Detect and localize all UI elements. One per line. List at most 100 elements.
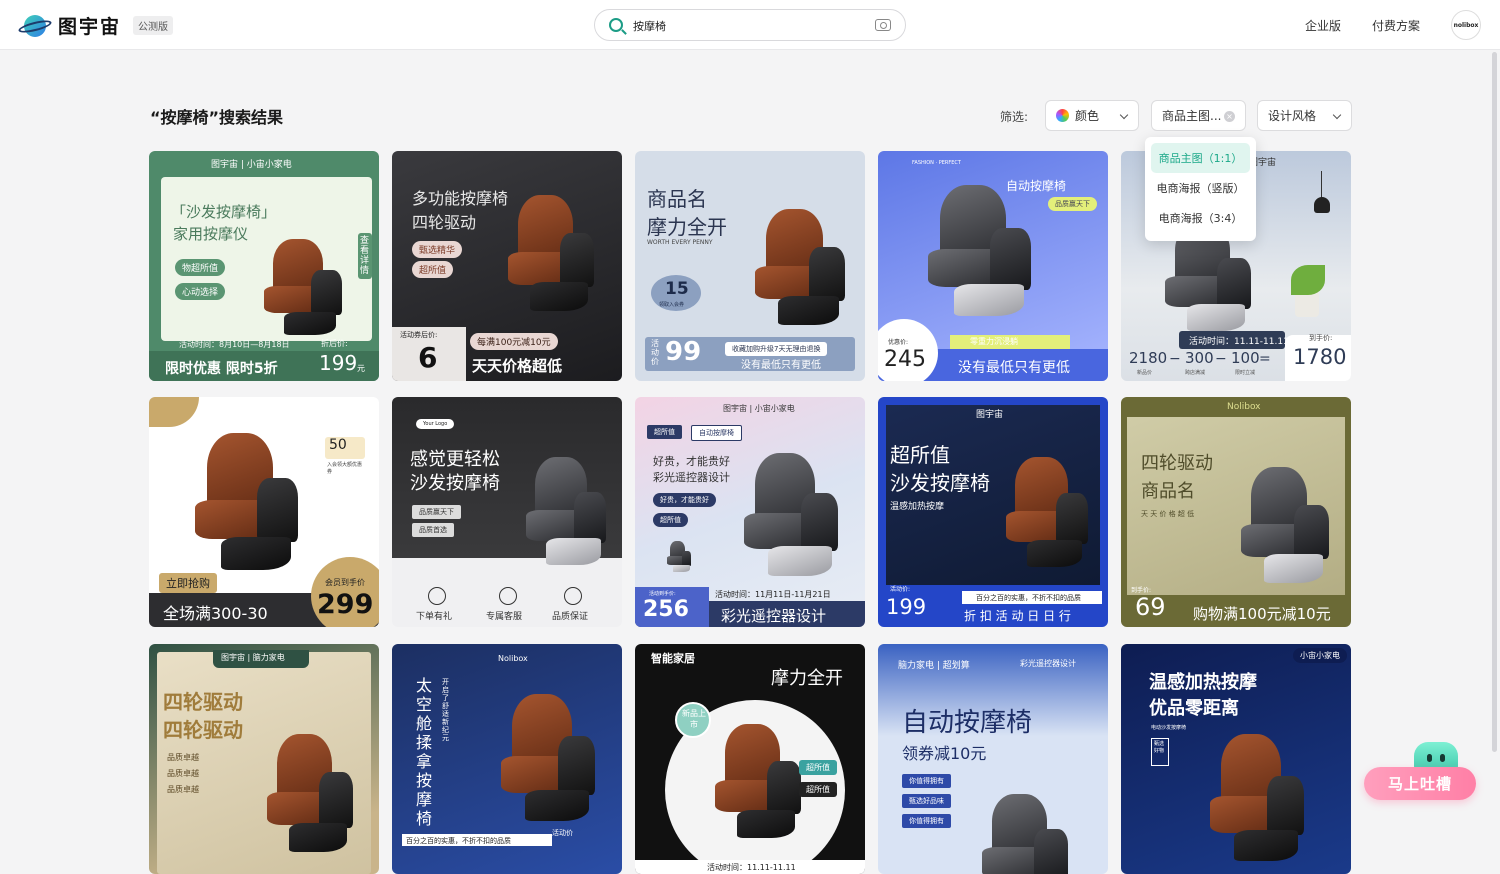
card-price-label: 到手价 [667, 861, 691, 870]
chair-image [1201, 734, 1311, 864]
card-brand: 图宇宙 [976, 410, 1004, 420]
pricing-link[interactable]: 付费方案 [1372, 17, 1420, 34]
template-card[interactable]: 商品名 摩力全开 WORTH EVERY PENNY 15 领取入会券 活动价 … [635, 151, 865, 381]
type-filter[interactable]: 商品主图... × [1151, 100, 1246, 131]
card-promo: 彩光遥控器设计 [721, 607, 827, 625]
card-price: 1780 [1293, 345, 1347, 369]
dropdown-option[interactable]: 电商海报（竖版） [1151, 173, 1250, 203]
card-tag: 自动按摩椅 [691, 425, 742, 441]
chair-image [998, 457, 1094, 569]
card-title: 四轮驱动 [163, 690, 243, 714]
template-card[interactable]: 多功能按摩椅 四轮驱动 甄选精华 超所值 活动券后价: 6 每满100元减10元… [392, 151, 622, 381]
dropdown-option[interactable]: 电商海报（3:4） [1151, 203, 1250, 233]
card-top: FASHION · PERFECT [912, 160, 961, 166]
card-coupon-sub: 入会领大额优惠券 [327, 462, 363, 475]
search-input[interactable] [633, 16, 853, 36]
color-filter-label: 颜色 [1075, 109, 1100, 123]
card-brand: 脑力家电 | 超划算 [898, 661, 970, 671]
feedback-button[interactable]: 马上吐槽 [1364, 767, 1476, 800]
planet-logo-icon [17, 13, 53, 39]
template-card[interactable]: Nolibox 四轮驱动 商品名 天 天 价 格 超 低 到手价: 69 购物满… [1121, 397, 1351, 627]
card-date: 活动时间：11.11-11.11 [1189, 337, 1289, 347]
template-card[interactable]: 智能家居 摩力全开 新品上市 超所值 超所值 到手价 活动时间：11.11-11… [635, 644, 865, 874]
card-sub: 领券减10元 [902, 744, 987, 763]
template-card[interactable]: 小宙小家电 温感加热按摩 优品零距离 电动沙发按摩椅 甄选好物 [1121, 644, 1351, 874]
lamp-shade [1314, 197, 1330, 213]
card-tag: 品质首选 [412, 523, 454, 537]
chair-image [735, 453, 845, 579]
card-tag: 超所值 [647, 425, 682, 439]
style-filter[interactable]: 设计风格 [1257, 100, 1352, 131]
card-brand: Nolibox [498, 654, 528, 663]
template-card[interactable]: Nolibox 太空舱揉拿按摩椅 开启了舒适新纪元 百分之百的实惠，不折不扣的品… [392, 644, 622, 874]
card-tag: 你值得拥有 [902, 774, 951, 788]
template-card[interactable]: 脑力家电 | 超划算 彩光遥控器设计 自动按摩椅 领券减10元 你值得拥有 甄选… [878, 644, 1108, 874]
card-coupon-sub: 领取入会券 [659, 302, 685, 308]
feature-label: 下单有礼 [416, 612, 453, 622]
card-price: 199 [319, 351, 358, 375]
card-date: 活动时间：11.11-11.11 [707, 863, 796, 872]
card-title: 感觉更轻松 [410, 449, 500, 470]
card-note: 百分之百的实惠，不折不扣的品质 [406, 837, 511, 845]
card-subtitle: 摩力全开 [647, 215, 727, 239]
card-label: 新品价 [1137, 370, 1153, 376]
card-subtitle: 商品名 [1141, 481, 1195, 502]
template-card[interactable]: 图宇宙 超所值 沙发按摩椅 温感加热按摩 活动价: 199 百分之百的实惠，不折… [878, 397, 1108, 627]
chevron-down-icon [1332, 110, 1342, 120]
template-card[interactable]: FASHION · PERFECT 自动按摩椅 品质赢天下 零重力沉浸躺 优惠价… [878, 151, 1108, 381]
card-tag: 超所值 [412, 261, 454, 278]
chair-image [259, 734, 359, 854]
card-promo: 折 扣 活 动 日 日 行 [964, 609, 1071, 623]
template-card[interactable]: Your Logo 感觉更轻松 沙发按摩椅 品质赢天下 品质首选 下单有礼 专属… [392, 397, 622, 627]
card-promo: 全场满300-30 [163, 604, 268, 623]
card-tag: 物超所值 [175, 259, 226, 276]
template-card[interactable]: 图宇宙 | 小宙小家电 超所值 自动按摩椅 好贵，才能贵好 彩光遥控器设计 好贵… [635, 397, 865, 627]
clear-icon[interactable]: × [1224, 111, 1235, 122]
card-price-label: 到手价: [1309, 334, 1333, 342]
card-price: 6 [418, 341, 438, 374]
thumbs-up-icon [564, 587, 582, 605]
card-tag: 品质赢天下 [1048, 197, 1097, 211]
color-filter[interactable]: 颜色 [1045, 100, 1139, 131]
card-promo: 购物满100元减10元 [1193, 605, 1331, 623]
card-badge: 新品上市 [682, 709, 706, 729]
camera-icon[interactable] [875, 19, 891, 31]
card-price-label: 活动券后价: [400, 331, 438, 339]
style-filter-label: 设计风格 [1268, 109, 1317, 123]
plant-leaves [1291, 265, 1325, 295]
card-sub: WORTH EVERY PENNY [647, 239, 713, 246]
beta-badge: 公测版 [133, 16, 174, 35]
card-price-label: 活动价 [552, 829, 573, 837]
search-box[interactable] [594, 9, 906, 41]
card-tag: 你值得拥有 [902, 814, 951, 828]
template-card[interactable]: 图宇宙 | 小宙小家电 「沙发按摩椅」 家用按摩仪 物超所值 心动选择 查看详情… [149, 151, 379, 381]
enterprise-link[interactable]: 企业版 [1305, 17, 1341, 34]
card-subtitle: 四轮驱动 [412, 213, 477, 232]
card-price-unit: 元 [357, 364, 365, 373]
color-wheel-icon [1056, 109, 1069, 122]
card-strip-text: 零重力沉浸躺 [970, 337, 1018, 346]
type-filter-label: 商品主图... [1162, 109, 1222, 123]
feature-label: 品质保证 [552, 612, 589, 622]
card-badge: 甄选好物 [1154, 741, 1165, 754]
brand-name: 图宇宙 [58, 16, 122, 38]
card-price-label: 优惠价: [888, 339, 909, 346]
template-card[interactable]: 50 入会领大额优惠券 立即抢购 全场满300-30 会员到手价 299 [149, 397, 379, 627]
card-price-label: 活动到手价: [649, 591, 676, 597]
gold-corner [149, 397, 199, 427]
card-tag: 心动选择 [175, 283, 226, 300]
bullet: 品质卓越 [167, 753, 199, 762]
avatar[interactable]: nolibox [1451, 10, 1481, 40]
template-card[interactable]: 图宇宙 | 脑力家电 四轮驱动 四轮驱动 品质卓越 品质卓越 品质卓越 [149, 644, 379, 874]
chair-image [500, 195, 600, 313]
dropdown-option[interactable]: 商品主图（1:1） [1151, 143, 1250, 173]
logo[interactable]: 图宇宙 公测版 [17, 12, 174, 39]
chair-image [518, 457, 612, 567]
scrollbar[interactable] [1492, 52, 1497, 752]
card-price-label: 会员到手价 [325, 578, 365, 587]
chevron-down-icon [1119, 110, 1129, 120]
card-price: 199 [886, 595, 927, 619]
card-date: 活动时间：8月10日—8月18日 [179, 340, 290, 349]
search-icon[interactable] [609, 18, 623, 32]
card-side: 彩光遥控器设计 [1020, 659, 1076, 668]
